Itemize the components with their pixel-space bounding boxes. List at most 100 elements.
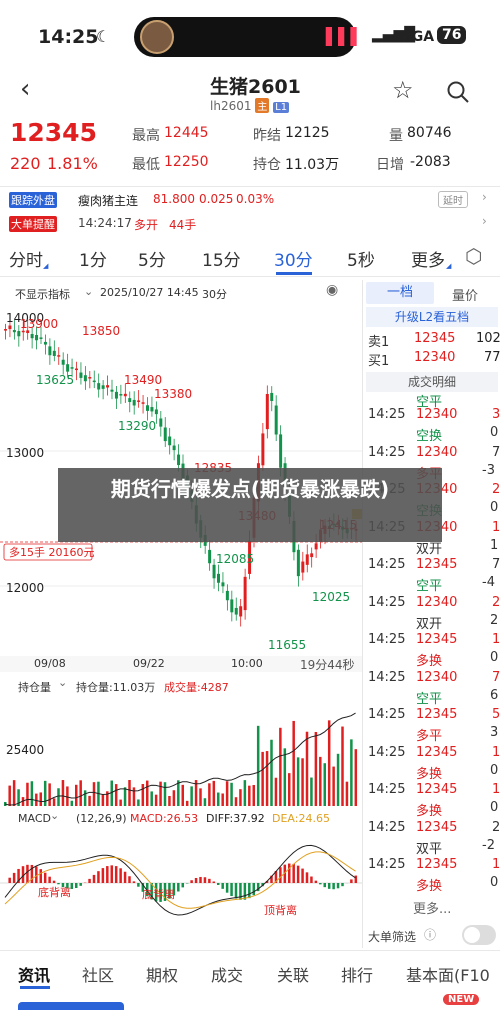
trade-type: 多换 bbox=[416, 766, 443, 782]
macd-bar bbox=[119, 868, 122, 883]
volume-bar bbox=[190, 786, 193, 806]
trade-oi-change: -4 bbox=[482, 575, 495, 590]
price-annotation: 11655 bbox=[268, 638, 306, 652]
candle-body bbox=[137, 400, 141, 402]
volume-bar bbox=[172, 790, 176, 806]
tab-news[interactable]: 资讯 bbox=[18, 962, 50, 986]
news-name: 瘦肉猪主连 bbox=[78, 194, 139, 208]
trade-volume: 3 bbox=[492, 407, 500, 422]
candle-body bbox=[106, 385, 110, 388]
macd-chart[interactable]: 底背离 底背离 顶背离 bbox=[0, 828, 362, 948]
tab-ranking[interactable]: 排行 bbox=[341, 962, 373, 986]
trade-time: 14:25 bbox=[368, 782, 406, 797]
trade-type: 双开 bbox=[416, 616, 443, 632]
volume-bar bbox=[319, 756, 322, 806]
ask-row: 卖1 12345 102 bbox=[364, 331, 500, 350]
volume-bar bbox=[199, 788, 202, 806]
trade-oi-change: 2 bbox=[490, 612, 499, 628]
tab-5sec[interactable]: 5秒 bbox=[347, 246, 375, 271]
ask-price: 12345 bbox=[414, 331, 456, 346]
status-bar: 14:25 ☾ ▌▌▌ ▂▄▆█ 5GA 76 bbox=[0, 0, 500, 70]
page-title: 生猪2601 bbox=[210, 76, 301, 98]
dropdown-triangle-icon: ◢ bbox=[446, 262, 452, 270]
macd-bar bbox=[114, 866, 118, 883]
volume-bar bbox=[8, 785, 11, 806]
settings-icon[interactable]: ⬡ bbox=[465, 244, 482, 268]
news-row-bigorder[interactable]: 大单提醒 14:24:17 多开 44手 › bbox=[0, 214, 500, 234]
trade-price: 12345 bbox=[416, 744, 458, 760]
candle-body bbox=[243, 576, 247, 611]
divergence-label: 底背离 bbox=[38, 885, 71, 899]
eye-icon[interactable]: ◉ bbox=[326, 282, 338, 298]
tab-more[interactable]: 更多 bbox=[411, 246, 445, 271]
volume-bar bbox=[146, 780, 149, 806]
low-value: 12250 bbox=[164, 154, 209, 170]
tab-options[interactable]: 期权 bbox=[146, 962, 178, 986]
macd-bar bbox=[288, 863, 291, 883]
search-icon[interactable] bbox=[446, 80, 470, 104]
volume-bar bbox=[203, 798, 207, 806]
macd-bar bbox=[35, 866, 38, 883]
macd-select[interactable]: MACD bbox=[18, 812, 51, 825]
macd-bar bbox=[332, 883, 335, 890]
last-price: 12345 bbox=[10, 118, 97, 147]
volume-bar bbox=[288, 773, 291, 806]
filter-toggle[interactable] bbox=[462, 925, 496, 945]
volume-bar bbox=[123, 787, 127, 806]
candle-body bbox=[92, 380, 96, 383]
macd-bar bbox=[39, 869, 42, 883]
trade-price: 12345 bbox=[416, 557, 458, 572]
tab-trades[interactable]: 成交 bbox=[211, 962, 243, 986]
upgrade-l2-banner[interactable]: 升级L2看五档 bbox=[366, 307, 498, 327]
macd-bar bbox=[279, 867, 282, 883]
tab-15min[interactable]: 15分 bbox=[202, 246, 241, 271]
big-order-filter: 大单筛选 ⓘ bbox=[366, 924, 500, 946]
trades-title: 成交明细 bbox=[366, 372, 498, 392]
trade-price: 12345 bbox=[416, 632, 458, 647]
trade-type: 双平 bbox=[416, 841, 443, 857]
big-order-action: 多开 bbox=[134, 218, 159, 232]
volume-bar bbox=[128, 780, 131, 806]
oi-indicator-select[interactable]: 持仓量 bbox=[18, 679, 51, 695]
candle-body bbox=[163, 427, 167, 442]
star-icon[interactable]: ☆ bbox=[392, 76, 414, 104]
trade-row: 14:25 12345 1 多换 0 bbox=[364, 780, 500, 819]
trade-price: 12340 bbox=[416, 594, 458, 610]
indicator-select[interactable]: 不显示指标 bbox=[15, 286, 70, 302]
news-row-outer[interactable]: 跟踪外盘 瘦肉猪主连 81.800 0.025 0.03% 延时 › bbox=[0, 190, 500, 210]
news-pct: 0.03% bbox=[236, 192, 275, 206]
volume-bar bbox=[168, 795, 171, 806]
ask-volume: 102 bbox=[476, 331, 500, 346]
tab-fundamentals[interactable]: 基本面(F10 bbox=[406, 962, 490, 986]
trade-volume: 5 bbox=[492, 707, 500, 722]
volume-bar bbox=[52, 798, 56, 806]
more-trades-link[interactable]: 更多... bbox=[413, 898, 451, 917]
tab-intraday[interactable]: 分时 bbox=[9, 246, 43, 271]
back-icon[interactable]: ‹ bbox=[20, 74, 30, 104]
tab-level1[interactable]: 一档 bbox=[366, 282, 434, 304]
trade-oi-change: 0 bbox=[490, 500, 499, 515]
help-icon[interactable]: ⓘ bbox=[424, 926, 436, 943]
dea-value: DEA:24.65 bbox=[272, 812, 330, 825]
oi-chart[interactable]: 25400 bbox=[0, 696, 362, 808]
volume-bar bbox=[185, 800, 189, 806]
ask-label: 卖1 bbox=[368, 335, 390, 350]
candle-body bbox=[61, 359, 65, 365]
candle-body bbox=[101, 385, 105, 389]
candle-body bbox=[301, 561, 305, 573]
tab-community[interactable]: 社区 bbox=[82, 962, 114, 986]
network-label: 5GA bbox=[402, 29, 435, 45]
volume-bar bbox=[354, 749, 358, 806]
bottom-action-button[interactable] bbox=[18, 1002, 124, 1010]
tab-5min[interactable]: 5分 bbox=[138, 246, 166, 271]
volume-bar bbox=[279, 727, 282, 806]
macd-bar bbox=[177, 883, 180, 892]
trade-row: 14:25 12345 1 多换 0 bbox=[364, 855, 500, 894]
tab-quantity-price[interactable]: 量价 bbox=[452, 285, 478, 304]
tab-30min[interactable]: 30分 bbox=[274, 246, 313, 271]
tab-1min[interactable]: 1分 bbox=[79, 246, 107, 271]
candle-body bbox=[265, 393, 269, 430]
trade-type: 空平 bbox=[416, 691, 443, 707]
macd-bar bbox=[181, 883, 184, 888]
tab-related[interactable]: 关联 bbox=[277, 962, 309, 986]
